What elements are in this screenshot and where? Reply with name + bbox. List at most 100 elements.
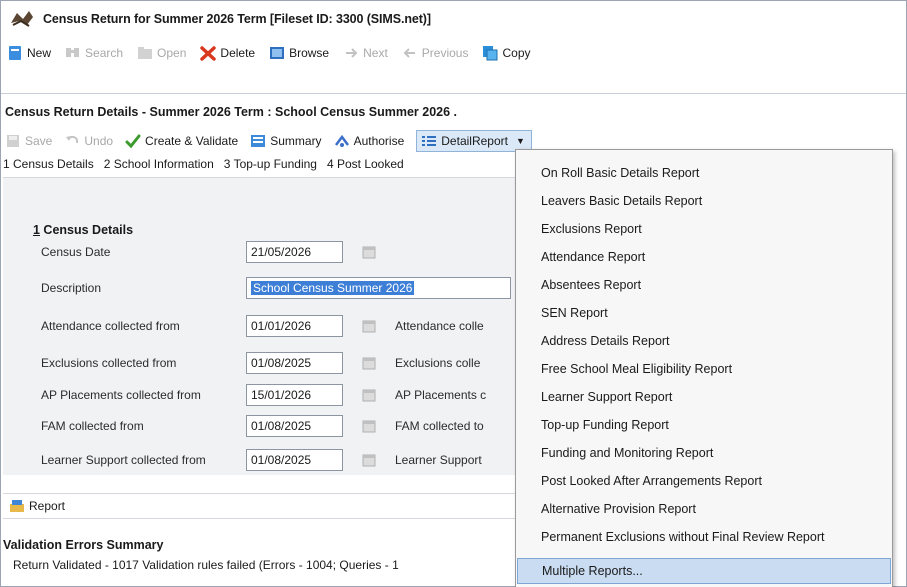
- authorise-button[interactable]: Authorise: [334, 133, 405, 149]
- menu-item-top-up-funding[interactable]: Top-up Funding Report: [517, 412, 891, 438]
- next-label: Next: [363, 46, 388, 60]
- tab-census-details[interactable]: 1 Census Details: [3, 157, 94, 171]
- report-label: Report: [29, 499, 66, 513]
- menu-item-permanent-exclusions[interactable]: Permanent Exclusions without Final Revie…: [517, 524, 891, 550]
- fam-from-label: FAM collected from: [41, 419, 144, 433]
- tab-school-information[interactable]: 2 School Information: [104, 157, 214, 171]
- learner-support-from-field[interactable]: 01/08/2025: [246, 449, 343, 471]
- search-icon: [65, 45, 81, 61]
- menu-item-post-looked-after[interactable]: Post Looked After Arrangements Report: [517, 468, 891, 494]
- attendance-to-label: Attendance colle: [395, 319, 484, 333]
- summary-button[interactable]: Summary: [250, 133, 322, 149]
- previous-label: Previous: [421, 46, 469, 60]
- census-date-field[interactable]: 21/05/2026: [246, 241, 343, 263]
- window-title: Census Return for Summer 2026 Term [File…: [43, 12, 431, 26]
- tab-post-looked[interactable]: 4 Post Looked: [327, 157, 404, 171]
- fam-from-field[interactable]: 01/08/2025: [246, 415, 343, 437]
- save-label: Save: [25, 134, 53, 148]
- next-icon: [343, 45, 359, 61]
- create-validate-button[interactable]: Create & Validate: [125, 133, 238, 149]
- menu-item-attendance[interactable]: Attendance Report: [517, 244, 891, 270]
- menu-item-address-details[interactable]: Address Details Report: [517, 328, 891, 354]
- detail-title: Census Return Details - Summer 2026 Term…: [5, 105, 458, 119]
- previous-button[interactable]: Previous: [402, 45, 469, 61]
- menu-item-sen[interactable]: SEN Report: [517, 300, 891, 326]
- section-title: 1 Census Details: [33, 223, 133, 237]
- menu-item-exclusions[interactable]: Exclusions Report: [517, 216, 891, 242]
- new-icon: [7, 45, 23, 61]
- save-icon: [5, 133, 21, 149]
- ap-placements-from-label: AP Placements collected from: [41, 388, 201, 402]
- menu-item-on-roll-basic-details[interactable]: On Roll Basic Details Report: [517, 160, 891, 186]
- description-field[interactable]: School Census Summer 2026: [246, 277, 511, 299]
- census-date-label: Census Date: [41, 245, 111, 259]
- exclusions-from-field[interactable]: 01/08/2025: [246, 352, 343, 374]
- create-validate-icon: [125, 133, 141, 149]
- save-button[interactable]: Save: [5, 133, 52, 149]
- browse-icon: [269, 45, 285, 61]
- delete-icon: [200, 45, 217, 61]
- delete-label: Delete: [220, 46, 256, 60]
- census-window: Census Return for Summer 2026 Term [File…: [0, 0, 907, 587]
- validation-title: Validation Errors Summary: [3, 538, 164, 552]
- calendar-icon[interactable]: [361, 318, 377, 334]
- open-label: Open: [157, 46, 187, 60]
- description-value: School Census Summer 2026: [251, 281, 415, 295]
- copy-button[interactable]: Copy: [482, 45, 531, 61]
- chevron-down-icon: ▼: [515, 136, 525, 146]
- learner-support-to-label: Learner Support: [395, 453, 482, 467]
- browse-button[interactable]: Browse: [269, 45, 329, 61]
- section-title-text: Census Details: [39, 223, 134, 237]
- exclusions-from-label: Exclusions collected from: [41, 356, 177, 370]
- description-label: Description: [41, 281, 102, 295]
- app-icon: [9, 9, 35, 29]
- tab-strip: 1 Census Details 2 School Information 3 …: [3, 157, 404, 171]
- authorise-icon: [334, 133, 350, 149]
- menu-item-absentees[interactable]: Absentees Report: [517, 272, 891, 298]
- report-icon: [9, 498, 25, 514]
- copy-icon: [482, 45, 498, 61]
- menu-item-alternative-provision[interactable]: Alternative Provision Report: [517, 496, 891, 522]
- copy-label: Copy: [502, 46, 531, 60]
- delete-button[interactable]: Delete: [200, 45, 255, 61]
- undo-label: Undo: [84, 134, 114, 148]
- section-number: 1: [33, 223, 40, 237]
- calendar-icon[interactable]: [361, 387, 377, 403]
- ap-placements-from-field[interactable]: 15/01/2026: [246, 384, 343, 406]
- validation-text: Return Validated - 1017 Validation rules…: [13, 558, 399, 572]
- calendar-icon[interactable]: [361, 355, 377, 371]
- undo-button[interactable]: Undo: [64, 133, 113, 149]
- menu-item-learner-support[interactable]: Learner Support Report: [517, 384, 891, 410]
- search-label: Search: [85, 46, 124, 60]
- calendar-icon[interactable]: [361, 244, 377, 260]
- ap-placements-to-label: AP Placements c: [395, 388, 487, 402]
- new-label: New: [27, 46, 52, 60]
- tab-top-up-funding[interactable]: 3 Top-up Funding: [224, 157, 317, 171]
- detail-report-icon: [421, 133, 437, 149]
- attendance-from-label: Attendance collected from: [41, 319, 180, 333]
- calendar-icon[interactable]: [361, 418, 377, 434]
- undo-icon: [64, 133, 80, 149]
- summary-icon: [250, 133, 266, 149]
- menu-item-free-school-meal[interactable]: Free School Meal Eligibility Report: [517, 356, 891, 382]
- learner-support-from-label: Learner Support collected from: [41, 453, 206, 467]
- calendar-icon[interactable]: [361, 452, 377, 468]
- authorise-label: Authorise: [353, 134, 405, 148]
- fam-to-label: FAM collected to: [395, 419, 484, 433]
- open-icon: [137, 45, 153, 61]
- detail-report-menu: On Roll Basic Details Report Leavers Bas…: [515, 149, 893, 587]
- create-validate-label: Create & Validate: [145, 134, 239, 148]
- menu-item-multiple-reports[interactable]: Multiple Reports...: [517, 558, 891, 584]
- new-button[interactable]: New: [7, 45, 51, 61]
- search-button[interactable]: Search: [65, 45, 123, 61]
- browse-label: Browse: [289, 46, 330, 60]
- previous-icon: [402, 45, 418, 61]
- title-bar: Census Return for Summer 2026 Term [File…: [1, 1, 906, 37]
- exclusions-to-label: Exclusions colle: [395, 356, 481, 370]
- menu-item-leavers-basic-details[interactable]: Leavers Basic Details Report: [517, 188, 891, 214]
- attendance-from-field[interactable]: 01/01/2026: [246, 315, 343, 337]
- detail-report-label: DetailReport: [441, 134, 508, 148]
- next-button[interactable]: Next: [343, 45, 388, 61]
- open-button[interactable]: Open: [137, 45, 186, 61]
- menu-item-funding-monitoring[interactable]: Funding and Monitoring Report: [517, 440, 891, 466]
